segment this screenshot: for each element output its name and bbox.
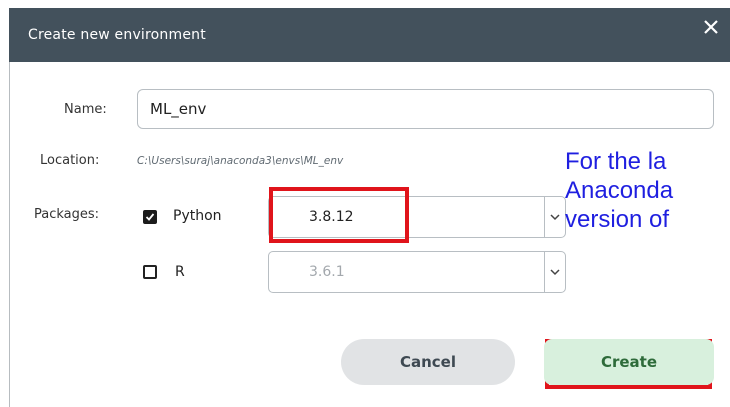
python-checkbox[interactable]	[143, 210, 157, 224]
python-package-label: Python	[173, 208, 222, 224]
annotation-line: version of	[565, 206, 670, 233]
r-checkbox[interactable]	[143, 265, 157, 279]
create-button[interactable]: Create	[544, 339, 714, 385]
chevron-down-icon[interactable]	[544, 197, 565, 237]
location-label: Location:	[40, 153, 100, 168]
dialog-border	[9, 62, 10, 407]
annotation-line: Anaconda	[565, 177, 674, 204]
r-package-label: R	[175, 264, 185, 280]
chevron-down-icon[interactable]	[544, 252, 565, 292]
dialog-title: Create new environment	[28, 27, 206, 43]
location-value: C:\Users\suraj\anaconda3\envs\ML_env	[137, 155, 344, 167]
cancel-button[interactable]: Cancel	[341, 339, 515, 385]
dialog-titlebar: Create new environment	[9, 8, 730, 62]
r-version-value: 3.6.1	[309, 264, 345, 280]
close-icon[interactable]	[700, 16, 722, 38]
annotation-line: For the la	[565, 148, 667, 175]
name-label: Name:	[64, 102, 107, 117]
packages-label: Packages:	[34, 207, 100, 222]
version-highlight-box	[269, 187, 409, 243]
name-input[interactable]: ML_env	[137, 89, 714, 129]
r-version-select[interactable]: 3.6.1	[268, 251, 566, 293]
annotation-text: For the la Anaconda version of	[565, 147, 730, 234]
background-strip	[0, 0, 730, 8]
